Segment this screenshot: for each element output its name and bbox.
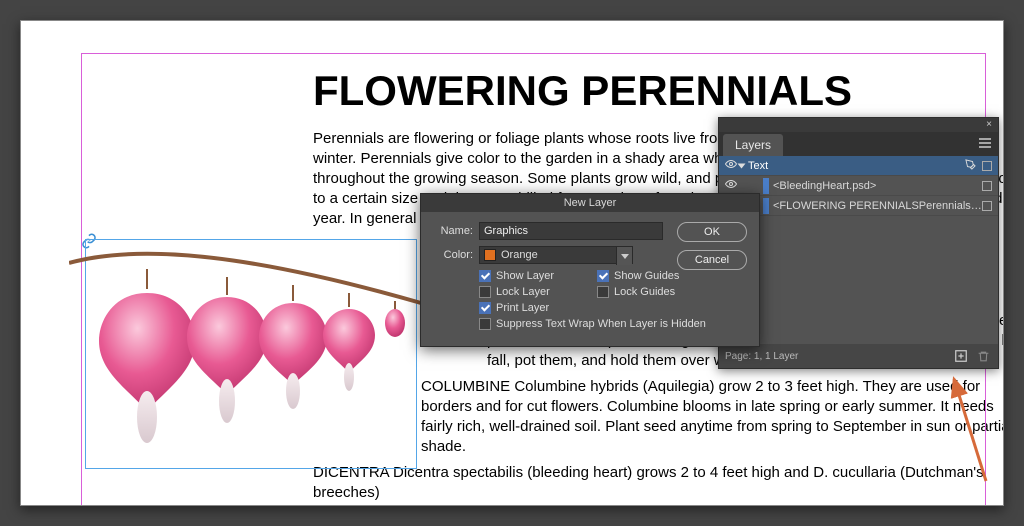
- bleeding-heart-image: [69, 233, 429, 473]
- layers-tab[interactable]: Layers: [723, 134, 783, 156]
- lock-guides-checkbox[interactable]: Lock Guides: [597, 286, 715, 298]
- headline-text: FLOWERING PERENNIALS: [313, 67, 852, 115]
- layer-color-swatch: [763, 178, 769, 194]
- layer-color-select[interactable]: Orange: [479, 246, 633, 264]
- checkbox-icon: [597, 286, 609, 298]
- selection-square[interactable]: [982, 201, 992, 211]
- checkbox-label: Show Guides: [614, 270, 679, 282]
- delete-layer-button[interactable]: [974, 347, 992, 365]
- new-layer-button[interactable]: [952, 347, 970, 365]
- lock-layer-checkbox[interactable]: Lock Layer: [479, 286, 597, 298]
- dialog-body: Name: Color: Orange Show Layer: [421, 212, 759, 346]
- layer-row-text[interactable]: Text: [719, 156, 998, 176]
- visibility-toggle[interactable]: [723, 178, 739, 193]
- panel-tab-row: Layers: [719, 132, 998, 156]
- dialog-title: New Layer: [421, 194, 759, 212]
- layer-color-swatch: [763, 198, 769, 214]
- checkbox-label: Lock Layer: [496, 286, 550, 298]
- color-value: Orange: [501, 249, 538, 261]
- checkbox-label: Suppress Text Wrap When Layer is Hidden: [496, 318, 706, 330]
- layers-panel-footer: Page: 1, 1 Layer: [719, 344, 998, 368]
- panel-titlebar[interactable]: ×: [719, 118, 998, 132]
- layer-name: Text: [748, 160, 959, 172]
- panel-close-icon[interactable]: ×: [986, 119, 992, 130]
- cancel-button[interactable]: Cancel: [677, 250, 747, 270]
- suppress-wrap-checkbox[interactable]: Suppress Text Wrap When Layer is Hidden: [479, 318, 739, 330]
- print-layer-checkbox[interactable]: Print Layer: [479, 302, 597, 314]
- footer-status: Page: 1, 1 Layer: [725, 351, 798, 362]
- layers-panel[interactable]: × Layers Text: [718, 117, 999, 369]
- disclosure-triangle-icon[interactable]: [738, 163, 746, 168]
- selection-square[interactable]: [982, 161, 992, 171]
- checkbox-icon: [479, 302, 491, 314]
- panel-menu-icon[interactable]: [978, 137, 992, 156]
- checkbox-icon: [479, 270, 491, 282]
- layer-item-name: <FLOWERING PERENNIALSPerennials ...>: [773, 200, 982, 212]
- pen-icon[interactable]: [965, 159, 976, 173]
- chevron-down-icon[interactable]: [616, 247, 632, 265]
- checkbox-label: Lock Guides: [614, 286, 675, 298]
- app-viewport: FLOWERING PERENNIALS Perennials are flow…: [20, 20, 1004, 506]
- checkbox-icon: [479, 286, 491, 298]
- ok-button[interactable]: OK: [677, 222, 747, 242]
- show-layer-checkbox[interactable]: Show Layer: [479, 270, 597, 282]
- color-swatch-icon: [484, 249, 496, 261]
- selection-square[interactable]: [982, 181, 992, 191]
- checkbox-label: Show Layer: [496, 270, 554, 282]
- checkbox-label: Print Layer: [496, 302, 549, 314]
- layer-name-input[interactable]: [479, 222, 663, 240]
- checkbox-icon: [597, 270, 609, 282]
- color-label: Color:: [433, 249, 473, 261]
- checkbox-icon: [479, 318, 491, 330]
- new-layer-dialog[interactable]: New Layer Name: Color: Orange Show La: [420, 193, 760, 347]
- layer-item-bleedingheart[interactable]: <BleedingHeart.psd>: [719, 176, 998, 196]
- name-label: Name:: [433, 225, 473, 237]
- layer-item-flowering[interactable]: <FLOWERING PERENNIALSPerennials ...>: [719, 196, 998, 216]
- layers-list: Text <BleedingHeart.psd>: [719, 156, 998, 216]
- layer-item-name: <BleedingHeart.psd>: [773, 180, 982, 192]
